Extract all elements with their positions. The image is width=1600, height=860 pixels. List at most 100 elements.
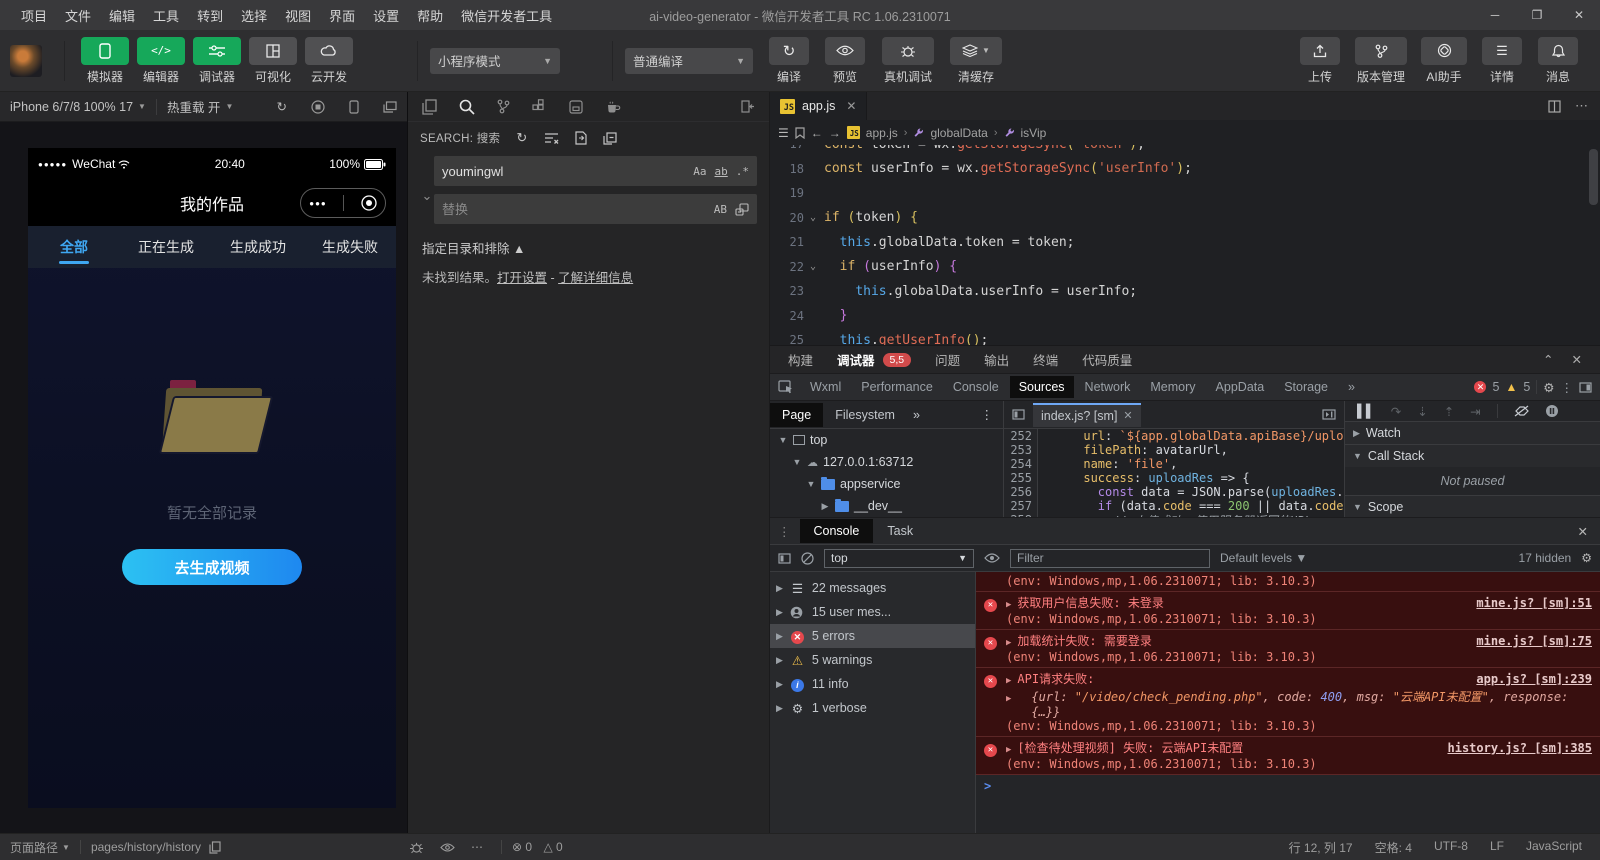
multi-window-icon[interactable] [383,99,397,114]
code-line[interactable]: 253 filePath: avatarUrl, [1004,443,1344,457]
log-levels-select[interactable]: Default levels ▼ [1220,551,1307,565]
sources-tab-filesystem[interactable]: Filesystem [823,403,907,427]
editor-toggle-button[interactable]: </> 编辑器 [135,37,187,85]
editor-tab-appjs[interactable]: JS app.js ✕ [770,92,867,120]
split-editor-icon[interactable] [1548,100,1561,113]
close-tab-icon[interactable]: ✕ [846,99,856,113]
collapse-all-icon[interactable] [603,132,617,145]
compile-mode-select[interactable]: 普通编译▼ [625,48,753,74]
menu-project[interactable]: 项目 [12,6,56,25]
task-tab[interactable]: Task [873,519,927,543]
menu-goto[interactable]: 转到 [188,6,232,25]
devtools-tabs-overflow-icon[interactable]: » [1339,376,1364,398]
toggle-replace-chevron[interactable]: ⌄ [420,156,434,232]
devtools-tab-sources[interactable]: Sources [1010,376,1074,398]
console-message[interactable]: ✕▶加载统计失败: 需要登录mine.js? [sm]:75 (env: Win… [976,630,1600,668]
clear-cache-button[interactable]: ▼ 清缓存 [945,37,1007,85]
pause-icon[interactable]: ▌▌ [1357,404,1375,418]
rotate-icon[interactable]: ↻ [277,99,287,114]
editor-code-area[interactable]: 17const token = wx.getStorageSync('token… [770,145,1600,345]
dock-side-icon[interactable] [1579,382,1592,393]
user-avatar[interactable] [10,45,42,77]
close-button[interactable]: ✕ [1558,0,1600,30]
console-tab[interactable]: Console [800,519,874,543]
tab-all[interactable]: 全部 [28,226,120,268]
bookmark-icon[interactable] [795,127,805,139]
console-settings-icon[interactable]: ⚙ [1581,551,1592,565]
tab-success[interactable]: 生成成功 [212,226,304,268]
sidebar-info[interactable]: ▶i11 info [770,672,975,696]
devtools-tab-console[interactable]: Console [944,376,1008,398]
eol-setting[interactable]: LF [1490,839,1504,856]
version-control-button[interactable]: 版本管理 [1350,37,1412,85]
tree-item-top[interactable]: ▼top [770,429,1003,451]
visualization-button[interactable]: 可视化 [247,37,299,85]
nav-back-icon[interactable]: ← [811,126,823,140]
devtools-more-icon[interactable]: ⋮ [1561,380,1574,395]
code-line[interactable]: 23 this.globalData.userInfo = userInfo; [770,279,1600,304]
menu-interface[interactable]: 界面 [320,6,364,25]
language-mode[interactable]: JavaScript [1526,839,1582,856]
outline-icon[interactable]: ☰ [778,126,789,140]
indent-setting[interactable]: 空格: 4 [1375,839,1412,856]
console-prompt[interactable]: > [976,775,1600,797]
clear-console-icon[interactable] [801,552,814,565]
source-location-link[interactable]: app.js? [sm]:239 [1476,672,1592,686]
statusbar-bug-icon[interactable] [409,841,424,854]
preserve-case-icon[interactable]: AB [714,203,727,216]
step-out-icon[interactable]: ⇡ [1444,404,1454,419]
panel-tab-problems[interactable]: 问题 [935,350,960,369]
console-message[interactable]: ✕▶获取用户信息失败: 未登录mine.js? [sm]:51 (env: Wi… [976,592,1600,630]
console-message[interactable]: (env: Windows,mp,1.06.2310071; lib: 3.10… [976,572,1600,592]
refresh-results-icon[interactable]: ↻ [516,130,527,146]
regex-icon[interactable]: .* [736,165,749,178]
sources-more-icon[interactable]: ⋮ [981,407,1004,422]
minimize-button[interactable]: ─ [1474,0,1516,30]
ai-assistant-button[interactable]: AI助手 [1416,37,1472,85]
warning-count-icon[interactable]: ▲ [1505,380,1517,394]
page-path-label[interactable]: 页面路径 [10,839,58,856]
simulator-toggle-button[interactable]: 模拟器 [79,37,131,85]
panel-tab-output[interactable]: 输出 [984,350,1009,369]
console-close-icon[interactable]: ✕ [1578,524,1600,539]
breadcrumb-member[interactable]: isVip [1021,126,1047,140]
error-count-icon[interactable]: ✕ [1474,381,1486,393]
sidebar-user-messages[interactable]: ▶15 user mes... [770,600,975,624]
capsule-menu[interactable]: ●●● [300,188,386,218]
pause-on-exceptions-icon[interactable] [1545,404,1559,418]
sidebar-all-messages[interactable]: ▶☰22 messages [770,576,975,600]
deactivate-breakpoints-icon[interactable] [1514,405,1529,417]
code-line[interactable]: 25 this.getUserInfo(); [770,328,1600,345]
code-line[interactable]: 21 this.globalData.token = token; [770,230,1600,255]
collapse-panel-icon[interactable] [741,100,755,113]
upload-button[interactable]: 上传 [1294,37,1346,85]
code-line[interactable]: 24 } [770,304,1600,329]
panel-tab-terminal[interactable]: 终端 [1033,350,1058,369]
source-location-link[interactable]: history.js? [sm]:385 [1448,741,1593,755]
code-line[interactable]: 19 [770,181,1600,206]
editor-more-icon[interactable]: ⋯ [1575,98,1588,114]
source-location-link[interactable]: mine.js? [sm]:75 [1476,634,1592,648]
code-line[interactable]: 20⌄if (token) { [770,206,1600,231]
close-source-tab-icon[interactable]: ✕ [1123,409,1132,422]
devtools-tab-storage[interactable]: Storage [1275,376,1337,398]
menu-edit[interactable]: 编辑 [100,6,144,25]
replace-all-icon[interactable] [735,203,749,216]
detail-button[interactable]: ☰ 详情 [1476,37,1528,85]
open-in-editor-icon[interactable] [575,131,587,145]
source-control-icon[interactable] [497,99,510,114]
console-message[interactable]: ✕▶[检查待处理视频] 失败: 云端API未配置history.js? [sm]… [976,737,1600,775]
extensions-icon[interactable] [532,99,547,114]
devtools-tab-appdata[interactable]: AppData [1207,376,1274,398]
code-line[interactable]: 17const token = wx.getStorageSync('token… [770,145,1600,157]
menu-view[interactable]: 视图 [276,6,320,25]
code-line[interactable]: 255 success: uploadRes => { [1004,471,1344,485]
menu-settings[interactable]: 设置 [364,6,408,25]
device-debug-button[interactable]: 真机调试 [875,37,941,85]
step-into-icon[interactable]: ⇣ [1417,404,1427,419]
call-stack-section[interactable]: ▼Call Stack Not paused [1345,445,1600,496]
breadcrumb-file[interactable]: app.js [866,126,898,140]
nav-forward-icon[interactable]: → [829,126,841,140]
message-button[interactable]: 消息 [1532,37,1584,85]
step-over-icon[interactable]: ↷ [1391,404,1401,419]
